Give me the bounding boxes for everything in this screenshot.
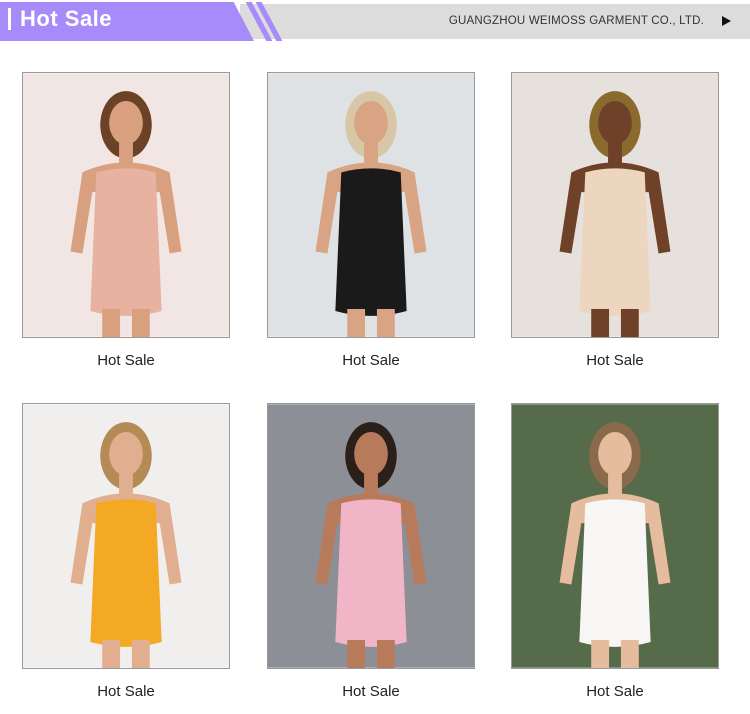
section-title-text: Hot Sale <box>20 6 113 31</box>
model-leg <box>102 308 121 337</box>
model-leg <box>347 308 366 337</box>
model-illustration <box>268 404 474 668</box>
product-card[interactable]: Hot Sale <box>22 72 230 369</box>
model-dress <box>579 499 651 647</box>
model-leg <box>376 639 395 668</box>
product-card[interactable]: Hot Sale <box>267 403 475 700</box>
product-photo[interactable] <box>267 403 475 669</box>
model-dress <box>335 499 407 647</box>
model-neck <box>119 142 133 165</box>
product-card[interactable]: Hot Sale <box>511 403 719 700</box>
model-dress <box>335 168 407 316</box>
product-card[interactable]: Hot Sale <box>511 72 719 369</box>
product-caption[interactable]: Hot Sale <box>22 352 230 369</box>
model-leg <box>376 308 395 337</box>
product-caption[interactable]: Hot Sale <box>267 683 475 700</box>
model-neck <box>608 473 622 496</box>
product-caption[interactable]: Hot Sale <box>511 683 719 700</box>
model-leg <box>347 639 366 668</box>
model-dress <box>579 168 651 316</box>
model-dress <box>90 499 162 647</box>
model-leg <box>620 639 639 668</box>
title-bar-icon <box>8 8 11 30</box>
model-neck <box>364 142 378 165</box>
model-head <box>598 101 632 145</box>
model-leg <box>102 639 121 668</box>
model-illustration <box>512 404 718 668</box>
model-illustration <box>23 404 229 668</box>
model-head <box>109 101 143 145</box>
product-photo[interactable] <box>267 72 475 338</box>
play-arrow-icon[interactable] <box>722 16 731 26</box>
model-leg <box>591 308 610 337</box>
model-neck <box>119 473 133 496</box>
company-name[interactable]: GUANGZHOU WEIMOSS GARMENT CO., LTD. <box>449 15 704 27</box>
product-caption[interactable]: Hot Sale <box>267 352 475 369</box>
model-illustration <box>268 73 474 337</box>
model-illustration <box>23 73 229 337</box>
model-head <box>598 432 632 476</box>
model-illustration <box>512 73 718 337</box>
model-leg <box>131 308 150 337</box>
model-leg <box>620 308 639 337</box>
model-neck <box>364 473 378 496</box>
model-head <box>354 432 388 476</box>
product-caption[interactable]: Hot Sale <box>22 683 230 700</box>
product-card[interactable]: Hot Sale <box>22 403 230 700</box>
model-dress <box>90 168 162 316</box>
section-header: Hot Sale GUANGZHOU WEIMOSS GARMENT CO., … <box>0 0 750 42</box>
model-head <box>354 101 388 145</box>
model-neck <box>608 142 622 165</box>
product-card[interactable]: Hot Sale <box>267 72 475 369</box>
product-photo[interactable] <box>22 72 230 338</box>
model-head <box>109 432 143 476</box>
product-photo[interactable] <box>22 403 230 669</box>
section-title: Hot Sale <box>8 6 112 32</box>
product-photo[interactable] <box>511 403 719 669</box>
model-leg <box>591 639 610 668</box>
model-leg <box>131 639 150 668</box>
product-photo[interactable] <box>511 72 719 338</box>
product-caption[interactable]: Hot Sale <box>511 352 719 369</box>
